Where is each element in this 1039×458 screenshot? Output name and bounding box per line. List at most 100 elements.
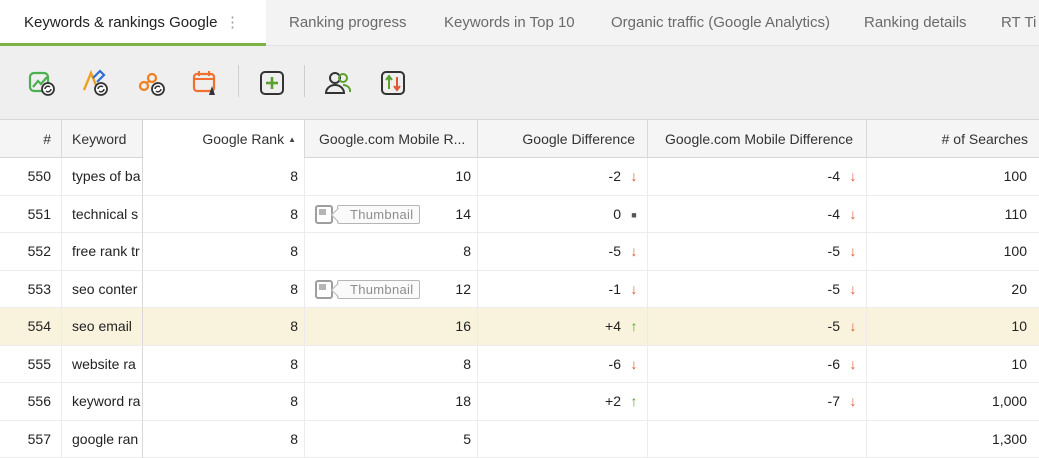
tab-menu-icon[interactable]: ⋮ [225, 0, 240, 46]
sort-ascending-icon: ▲ [288, 135, 296, 144]
column-header-google-rank[interactable]: Google Rank ▲ [143, 120, 305, 158]
arrow-down-icon: ↓ [849, 280, 857, 297]
mobile-difference-cell-value: -4 [827, 168, 840, 184]
table-row[interactable]: 555 website ra 8 8 -6 ↓ -6 ↓ 10 [0, 345, 1039, 383]
keyword-cell-value: seo conter [72, 280, 138, 297]
column-header-mobile-rank[interactable]: Google.com Mobile R... [305, 120, 478, 158]
keyword-cell-value: free rank tr [72, 243, 140, 259]
searches-cell: 10 [867, 346, 1039, 383]
google-difference-cell-value: +2 [605, 393, 621, 409]
row-number: 554 [0, 308, 62, 345]
row-number-value: 550 [27, 168, 51, 184]
competitors-icon [324, 72, 352, 94]
tab-keywords-rankings-google[interactable]: Keywords & rankings Google ⋮ [0, 0, 266, 46]
table-row[interactable]: 552 free rank tr 8 8 -5 ↓ -5 ↓ 100 [0, 233, 1039, 271]
google-difference-cell: -5 ↓ [478, 233, 648, 270]
row-number-value: 554 [27, 318, 51, 334]
table-row[interactable]: 551 technical s 8 14 0 ■ -4 ↓ 110 Thumbnail [0, 195, 1039, 233]
tab-label: RT Ti [1001, 14, 1037, 31]
row-number: 557 [0, 420, 62, 458]
add-keyword-button[interactable] [257, 68, 287, 98]
keyword-cell: seo email [62, 308, 143, 345]
serp-history-button[interactable] [137, 68, 167, 98]
row-number: 551 [0, 195, 62, 233]
row-number: 556 [0, 383, 62, 420]
keyword-cell-value: website ra [72, 355, 136, 372]
arrow-down-icon: ↓ [849, 318, 857, 334]
arrow-down-icon: ↓ [849, 243, 857, 259]
tab-organic-traffic[interactable]: Organic traffic (Google Analytics) [611, 0, 830, 46]
google-rank-cell: 8 [143, 420, 305, 458]
mobile-rank-cell-value: 5 [463, 430, 471, 447]
mobile-rank-cell-value: 8 [463, 243, 471, 259]
google-rank-cell-value: 8 [290, 355, 298, 372]
column-label: Google Difference [522, 131, 635, 147]
column-header-google-difference[interactable]: Google Difference [478, 120, 648, 158]
no-change-icon: ■ [631, 209, 637, 220]
mobile-rank-cell-value: 8 [463, 355, 471, 372]
column-label: # [43, 131, 51, 147]
table-row[interactable]: 550 types of ba 8 10 -2 ↓ -4 ↓ 100 [0, 158, 1039, 196]
google-difference-cell-value: -1 [608, 280, 621, 297]
arrow-down-icon: ↓ [849, 393, 857, 409]
edit-keywords-button[interactable] [80, 68, 110, 98]
table-row[interactable]: 554 seo email 8 16 +4 ↑ -5 ↓ 10 [0, 308, 1039, 346]
toolbar [0, 46, 1039, 120]
column-header-mobile-difference[interactable]: Google.com Mobile Difference [648, 120, 867, 158]
keyword-cell-value: types of ba [72, 168, 141, 184]
keyword-cell-value: seo email [72, 318, 132, 334]
tab-label: Ranking progress [289, 14, 407, 31]
column-header-keyword[interactable]: Keyword [62, 120, 143, 158]
arrow-down-icon: ↓ [630, 280, 638, 297]
tab-ranking-progress[interactable]: Ranking progress [289, 0, 407, 46]
thumbnail-tag[interactable]: Thumbnail [315, 279, 421, 300]
google-rank-cell: 8 [143, 383, 305, 420]
column-label: Google.com Mobile Difference [665, 131, 854, 147]
column-header-number[interactable]: # [0, 120, 62, 158]
column-header-searches[interactable]: # of Searches [867, 120, 1039, 158]
keyword-cell: seo conter [62, 270, 143, 308]
mobile-difference-cell-value: -5 [827, 318, 840, 334]
sort-import-button[interactable] [378, 68, 408, 98]
mobile-difference-cell: -4 ↓ [648, 195, 867, 233]
table-row[interactable]: 553 seo conter 8 12 -1 ↓ -5 ↓ 20 Thumbnail [0, 270, 1039, 308]
tab-label: Keywords & rankings Google [24, 14, 218, 31]
row-number-value: 556 [27, 393, 51, 409]
table-row[interactable]: 556 keyword ra 8 18 +2 ↑ -7 ↓ 1,000 [0, 383, 1039, 421]
google-rank-cell-value: 8 [290, 393, 298, 409]
schedule-button[interactable] [191, 68, 221, 98]
mobile-difference-cell: -5 ↓ [648, 270, 867, 308]
searches-cell: 1,000 [867, 383, 1039, 420]
google-difference-cell: -2 ↓ [478, 158, 648, 195]
searches-cell: 110 [867, 196, 1039, 233]
tab-ranking-details[interactable]: Ranking details [864, 0, 967, 46]
table-row[interactable]: 557 google ran 8 5 1,300 [0, 420, 1039, 458]
searches-cell: 20 [867, 271, 1039, 308]
mobile-rank-cell-value: 12 [455, 280, 471, 297]
google-difference-cell: +4 ↑ [478, 308, 648, 345]
tab-rt-ti[interactable]: RT Ti [1001, 0, 1036, 46]
schedule-icon [192, 71, 216, 95]
thumbnail-tag[interactable]: Thumbnail [315, 204, 421, 225]
google-difference-cell [478, 420, 648, 458]
google-rank-cell-value: 8 [290, 430, 298, 447]
mobile-rank-cell-value: 18 [455, 393, 471, 409]
tab-label: Organic traffic (Google Analytics) [611, 14, 830, 31]
keyword-cell: keyword ra [62, 383, 143, 420]
google-difference-cell: 0 ■ [478, 195, 648, 233]
competitors-button[interactable] [323, 68, 353, 98]
arrow-down-icon: ↓ [630, 168, 638, 184]
google-rank-cell: 8 [143, 158, 305, 195]
google-difference-cell-value: -5 [608, 243, 621, 259]
google-rank-cell-value: 8 [290, 280, 298, 297]
mobile-difference-cell-value: -4 [827, 205, 840, 222]
searches-cell-value: 110 [1004, 205, 1027, 222]
check-rankings-button[interactable] [27, 68, 57, 98]
tab-keywords-top-10[interactable]: Keywords in Top 10 [444, 0, 575, 46]
mobile-difference-cell-value: -5 [827, 280, 840, 297]
row-number: 552 [0, 233, 62, 270]
thumbnail-label: Thumbnail [337, 279, 421, 299]
searches-cell-value: 20 [1011, 280, 1027, 297]
searches-cell: 100 [867, 233, 1039, 270]
mobile-difference-cell: -7 ↓ [648, 383, 867, 420]
